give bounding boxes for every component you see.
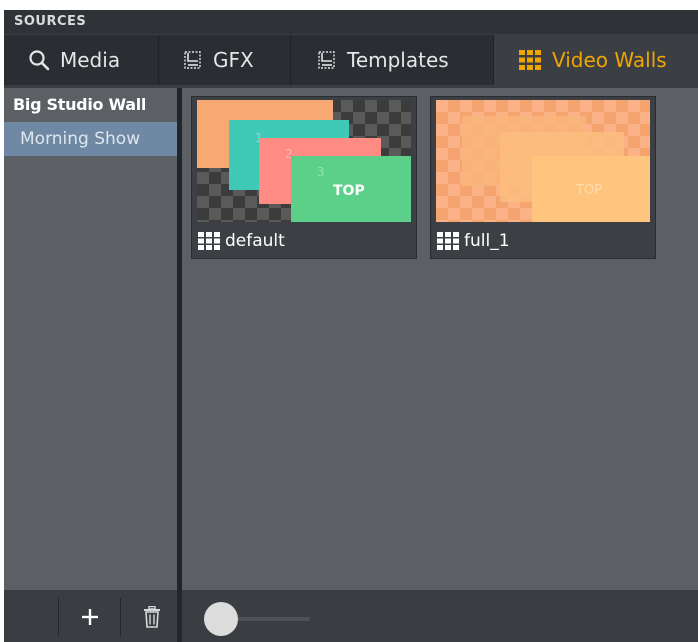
video-wall-list: Big Studio Wall Morning Show (4, 88, 177, 590)
layer-number-3: 3 (317, 165, 325, 179)
video-wall-grid-icon (518, 49, 542, 71)
gfx-document-icon (183, 50, 203, 70)
toolbar-separator (120, 598, 121, 636)
tab-gfx[interactable]: GFX (159, 35, 291, 85)
add-video-wall-button[interactable] (72, 600, 108, 634)
preset-card-default[interactable]: 1 2 3 TOP default (191, 96, 417, 259)
preset-card-full-1[interactable]: 1 TOP full_1 (430, 96, 656, 259)
video-wall-grid-icon (198, 232, 220, 250)
tab-templates[interactable]: Templates (291, 35, 494, 85)
list-item-morning-show[interactable]: Morning Show (4, 122, 177, 156)
sources-panel: SOURCES Media GFX Templates Video Walls … (4, 10, 698, 642)
tab-label: GFX (213, 48, 254, 72)
grid-toolbar (182, 590, 698, 642)
preset-name: full_1 (436, 229, 510, 253)
preset-thumbnail: 1 2 3 TOP (197, 100, 411, 222)
tab-label: Video Walls (552, 48, 667, 72)
preset-name-text: default (225, 231, 285, 251)
source-tabs: Media GFX Templates Video Walls (4, 35, 698, 85)
top-layer-label: TOP (575, 183, 602, 198)
list-toolbar (4, 590, 177, 642)
top-layer-label: TOP (333, 183, 365, 199)
toolbar-separator (58, 598, 59, 636)
plus-icon (82, 609, 98, 625)
template-document-icon (317, 50, 337, 70)
tab-video-walls[interactable]: Video Walls (494, 35, 698, 85)
tab-label: Templates (347, 48, 449, 72)
list-item-big-studio-wall[interactable]: Big Studio Wall (4, 88, 177, 122)
thumbnail-size-slider-handle[interactable] (204, 602, 238, 636)
search-icon (28, 49, 50, 71)
preset-thumbnail: 1 TOP (436, 100, 650, 222)
tab-media[interactable]: Media (4, 35, 159, 85)
delete-video-wall-button[interactable] (134, 600, 170, 634)
preset-name: default (197, 229, 285, 253)
tab-label: Media (60, 48, 121, 72)
trash-icon (144, 606, 160, 628)
presets-grid: 1 2 3 TOP default TOP full_1 (182, 88, 698, 590)
panel-title: SOURCES (4, 10, 698, 34)
preset-name-text: full_1 (464, 231, 510, 251)
video-wall-grid-icon (437, 232, 459, 250)
